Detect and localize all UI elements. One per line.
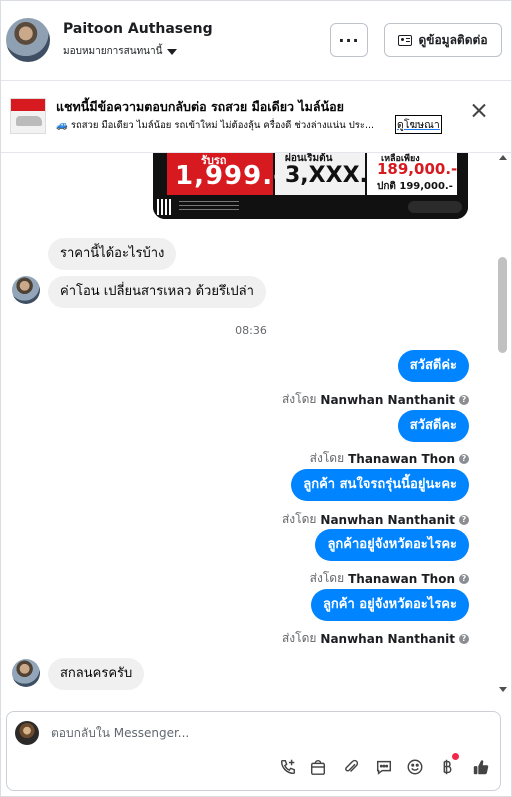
contact-avatar[interactable] [6, 18, 50, 62]
contact-avatar-small [12, 276, 40, 304]
conversation-header: Paitoon Authaseng มอบหมายการสนทนานี้ ···… [1, 1, 511, 81]
close-icon[interactable] [471, 103, 487, 119]
assign-label: มอบหมายการสนทนานี้ [63, 46, 163, 57]
emoji-icon[interactable] [404, 756, 426, 778]
messenger-inbox-panel: Paitoon Authaseng มอบหมายการสนทนานี้ ···… [0, 0, 512, 797]
qr-code-icon [157, 199, 173, 215]
contact-card-icon [398, 34, 413, 46]
more-options-button[interactable]: ··· [330, 23, 368, 57]
scroll-down-arrow-icon[interactable] [499, 687, 507, 692]
outgoing-message[interactable]: ลูกค้าอยู่จังหวัดอะไรคะ [315, 529, 469, 561]
help-icon[interactable]: ? [459, 514, 469, 525]
view-ad-link[interactable]: ดูโฆษณา [395, 115, 442, 134]
caret-down-icon [167, 48, 178, 55]
ad-image-message[interactable]: รับรถ 1,999.- ผ่อนเริ่มต้น 3,XXX.- เหลือ… [153, 153, 468, 219]
sent-by-label: ส่งโดย Thanawan Thon ? [310, 569, 469, 588]
ad-footer [153, 197, 468, 219]
sent-by-label: ส่งโดย Nanwhan Nanthanit ? [282, 510, 469, 529]
call-add-icon[interactable] [277, 756, 299, 778]
contact-avatar-small [12, 659, 40, 687]
page-avatar [15, 721, 39, 745]
ad-installment-panel: ผ่อนเริ่มต้น 3,XXX.- [275, 153, 377, 195]
sent-by-label: ส่งโดย Thanawan Thon ? [310, 449, 469, 468]
message-thread: รับรถ 1,999.- ผ่อนเริ่มต้น 3,XXX.- เหลือ… [1, 153, 511, 705]
shop-bag-icon[interactable] [307, 756, 329, 778]
assign-conversation-dropdown[interactable]: มอบหมายการสนทนานี้ [63, 44, 178, 59]
dealer-logo [408, 201, 462, 213]
sent-by-prefix: ส่งโดย [309, 451, 345, 465]
message-composer [6, 711, 501, 791]
outgoing-message[interactable]: ลูกค้า อยู่จังหวัดอะไรคะ [310, 589, 469, 621]
incoming-message[interactable]: ค่าโอน เปลี่ยนสารเหลว ด้วยรึเปล่า [48, 276, 266, 308]
ad-reply-banner: แชทนี้มีข้อความตอบกลับต่อ รถสวย มือเดียว… [1, 82, 511, 153]
sender-name: Thanawan Thon [348, 571, 455, 586]
reply-input[interactable] [51, 726, 451, 740]
sent-by-prefix: ส่งโดย [281, 512, 317, 526]
outgoing-message[interactable]: สวัสดีค่ะ [397, 350, 469, 382]
sender-name: Nanwhan Nanthanit [320, 512, 455, 527]
incoming-message[interactable]: ราคานี้ได้อะไรบ้าง [48, 238, 177, 270]
ad-sale-price-panel: เหลือเพียง 189,000.- ปกติ 199,000.- [367, 153, 457, 195]
thumbs-up-icon[interactable] [470, 756, 492, 778]
ad-right-l3: ปกติ 199,000.- [377, 181, 453, 192]
help-icon[interactable]: ? [459, 453, 469, 464]
view-contact-button[interactable]: ดูข้อมูลติดต่อ [384, 23, 502, 57]
outgoing-message[interactable]: ลูกค้า สนใจรถรุ่นนี้อยู่นะคะ [291, 469, 469, 501]
sender-name: Nanwhan Nanthanit [320, 392, 455, 407]
help-icon[interactable]: ? [459, 633, 469, 644]
sender-name: Nanwhan Nanthanit [320, 631, 455, 646]
help-icon[interactable]: ? [459, 394, 469, 405]
contact-name[interactable]: Paitoon Authaseng [63, 21, 213, 37]
help-icon[interactable]: ? [459, 573, 469, 584]
scroll-thumb[interactable] [498, 257, 507, 353]
view-contact-label: ดูข้อมูลติดต่อ [418, 32, 488, 47]
ad-right-l2: 189,000.- [377, 160, 458, 178]
ad-footer-text [179, 201, 239, 213]
incoming-message[interactable]: สกลนครครับ [48, 658, 145, 690]
sent-by-prefix: ส่งโดย [281, 631, 317, 645]
chat-scrollbar[interactable] [497, 153, 509, 705]
sent-by-prefix: ส่งโดย [281, 392, 317, 406]
paperclip-icon[interactable] [340, 756, 362, 778]
outgoing-message[interactable]: สวัสดีคะ [397, 410, 469, 442]
sent-by-label: ส่งโดย Nanwhan Nanthanit ? [282, 390, 469, 409]
ad-price-panel: รับรถ 1,999.- [167, 153, 284, 195]
ad-red-big: 1,999.- [175, 161, 285, 191]
sent-by-label: ส่งโดย Nanwhan Nanthanit ? [282, 629, 469, 648]
banner-ad-text: 🚙 รถสวย มือเดียว ไมล์น้อย รถเข้าใหม่ ไม่… [56, 120, 375, 131]
sender-name: Thanawan Thon [348, 451, 455, 466]
ad-mid-big: 3,XXX.- [285, 163, 378, 188]
quick-reply-icon[interactable] [373, 756, 395, 778]
ad-thumbnail [10, 98, 46, 134]
sent-by-prefix: ส่งโดย [309, 571, 345, 585]
scroll-up-arrow-icon[interactable] [499, 155, 507, 160]
notification-dot [452, 753, 459, 760]
message-timestamp: 08:36 [235, 324, 267, 337]
banner-title: แชทนี้มีข้อความตอบกลับต่อ รถสวย มือเดียว… [56, 99, 344, 114]
